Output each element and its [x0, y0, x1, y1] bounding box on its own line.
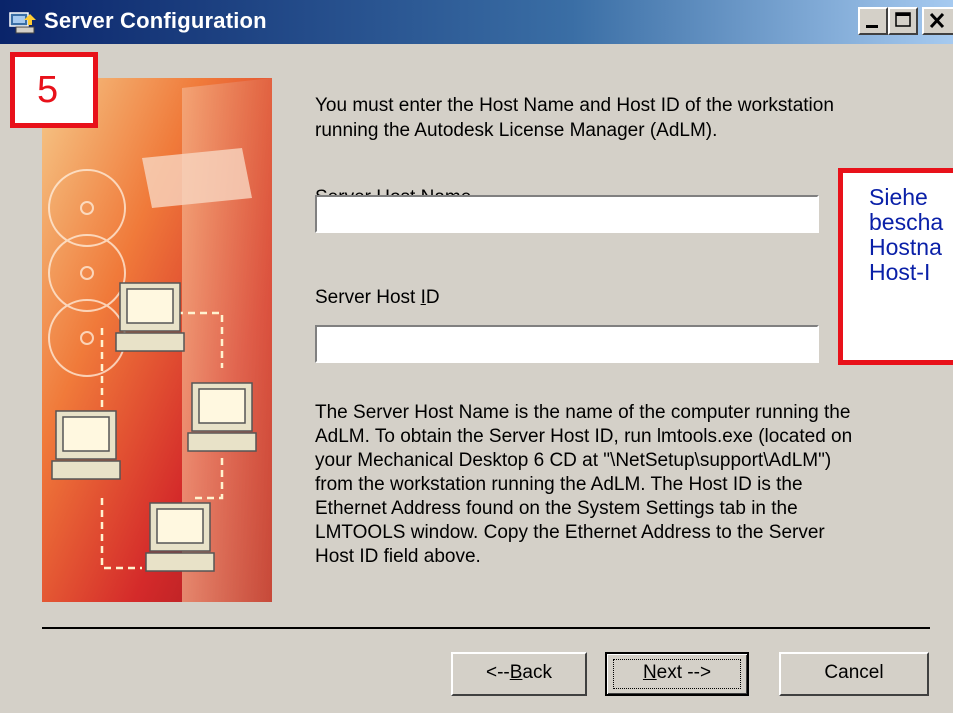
close-icon — [929, 12, 945, 29]
server-host-id-label: Server Host ID — [315, 287, 440, 308]
intro-line: running the Autodesk License Manager (Ad… — [315, 120, 718, 141]
window-title: Server Configuration — [44, 8, 267, 33]
description-line: LMTOOLS window. Copy the Ethernet Addres… — [315, 522, 825, 543]
description-line: from the workstation running the AdLM. T… — [315, 474, 803, 495]
setup-computer-icon — [9, 12, 36, 34]
back-button[interactable]: <--Back — [451, 652, 587, 696]
server-host-name-input[interactable] — [315, 195, 819, 233]
description-line: your Mechanical Desktop 6 CD at "\NetSet… — [315, 450, 832, 471]
step-number: 5 — [37, 69, 59, 111]
close-button[interactable] — [922, 7, 953, 35]
maximize-icon — [895, 12, 911, 27]
callout-line: Host-I — [869, 259, 931, 285]
maximize-button[interactable] — [888, 7, 918, 35]
callout-line: bescha — [869, 209, 944, 235]
annotation-callout: Siehe bescha Hostna Host-I — [838, 168, 953, 365]
intro-line: You must enter the Host Name and Host ID… — [315, 95, 834, 116]
description-text: The Server Host Name is the name of the … — [315, 401, 925, 569]
network-illustration — [42, 78, 272, 602]
cancel-button[interactable]: Cancel — [779, 652, 929, 696]
description-line: AdLM. To obtain the Server Host ID, run … — [315, 426, 853, 447]
minimize-button[interactable] — [858, 7, 888, 35]
callout-line: Hostna — [869, 234, 942, 260]
server-host-id-input[interactable] — [315, 325, 819, 363]
description-line: Ethernet Address found on the System Set… — [315, 498, 798, 519]
focus-indicator — [613, 659, 741, 689]
intro-text: You must enter the Host Name and Host ID… — [315, 93, 935, 143]
divider — [42, 627, 930, 629]
description-line: The Server Host Name is the name of the … — [315, 402, 851, 423]
minimize-icon — [866, 25, 878, 28]
step-number-badge: 5 — [10, 52, 98, 128]
callout-line: Siehe — [869, 184, 928, 210]
title-bar[interactable]: Server Configuration — [0, 0, 953, 44]
next-button[interactable]: Next --> — [605, 652, 749, 696]
description-line: Host ID field above. — [315, 546, 481, 567]
